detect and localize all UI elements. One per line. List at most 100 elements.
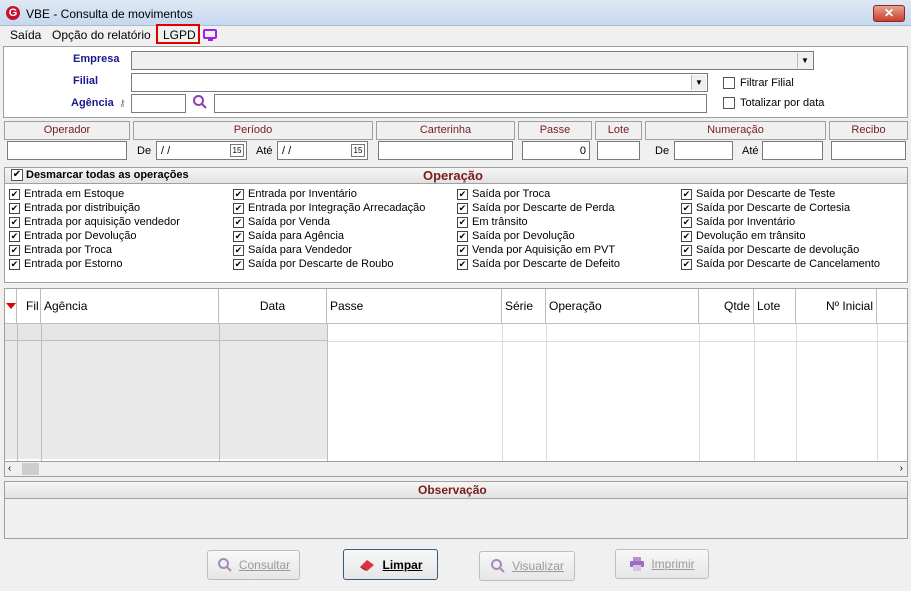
empresa-label: Empresa bbox=[73, 53, 120, 65]
checkmark-icon[interactable]: ✔ bbox=[681, 188, 692, 200]
operacao-option[interactable]: ✔ Saída por Descarte de Cancelamento bbox=[681, 257, 880, 271]
operacao-option[interactable]: ✔ Entrada em Estoque bbox=[9, 187, 124, 201]
checkmark-icon[interactable]: ✔ bbox=[9, 188, 20, 200]
horizontal-scrollbar[interactable]: ‹ › bbox=[4, 461, 908, 477]
checkmark-icon[interactable]: ✔ bbox=[233, 244, 244, 256]
checkmark-icon[interactable]: ✔ bbox=[681, 258, 692, 270]
checkmark-icon[interactable]: ✔ bbox=[9, 244, 20, 256]
operacao-option[interactable]: ✔ Saída por Descarte de devolução bbox=[681, 243, 859, 257]
movimentos-grid[interactable]: Fil Agência Data Passe Série Operação Qt… bbox=[4, 288, 908, 462]
operacao-option[interactable]: ✔ Saída por Troca bbox=[457, 187, 550, 201]
operacao-option[interactable]: ✔ Saída por Descarte de Defeito bbox=[457, 257, 620, 271]
calendar-icon[interactable]: 15 bbox=[351, 144, 365, 157]
operador-input[interactable] bbox=[7, 141, 127, 160]
col-serie[interactable]: Série bbox=[502, 289, 546, 324]
checkmark-icon[interactable]: ✔ bbox=[681, 244, 692, 256]
search-icon[interactable] bbox=[192, 94, 210, 112]
checkmark-icon[interactable]: ✔ bbox=[457, 202, 468, 214]
checkmark-icon[interactable]: ✔ bbox=[233, 258, 244, 270]
checkmark-icon[interactable]: ✔ bbox=[233, 230, 244, 242]
col-fil[interactable]: Fil bbox=[18, 289, 41, 324]
totalizar-por-data-checkbox[interactable] bbox=[723, 97, 735, 109]
checkmark-icon[interactable]: ✔ bbox=[9, 258, 20, 270]
checkmark-icon[interactable]: ✔ bbox=[457, 230, 468, 242]
operacao-option[interactable]: ✔ Saída por Devolução bbox=[457, 229, 575, 243]
checkmark-icon[interactable]: ✔ bbox=[457, 216, 468, 228]
imprimir-button[interactable]: Imprimir bbox=[615, 549, 709, 579]
col-qtde[interactable]: Qtde bbox=[699, 289, 754, 324]
passe-value: 0 bbox=[579, 145, 586, 157]
agencia-code-input[interactable] bbox=[131, 94, 186, 113]
operacao-option[interactable]: ✔ Entrada por Inventário bbox=[233, 187, 357, 201]
operacao-option[interactable]: ✔ Saída por Descarte de Perda bbox=[457, 201, 614, 215]
scroll-right-icon[interactable]: › bbox=[900, 463, 903, 474]
periodo-ate-input[interactable]: / / 15 bbox=[277, 141, 368, 160]
checkmark-icon[interactable]: ✔ bbox=[457, 258, 468, 270]
operacao-option[interactable]: ✔ Em trânsito bbox=[457, 215, 528, 229]
checkmark-icon[interactable]: ✔ bbox=[9, 202, 20, 214]
operacao-option[interactable]: ✔ Entrada por aquisição vendedor bbox=[9, 215, 180, 229]
filtrar-filial-checkbox[interactable] bbox=[723, 77, 735, 89]
checkmark-icon[interactable]: ✔ bbox=[233, 188, 244, 200]
checkmark-icon[interactable]: ✔ bbox=[233, 202, 244, 214]
numeracao-de-input[interactable] bbox=[674, 141, 733, 160]
agencia-name-input[interactable] bbox=[214, 94, 707, 113]
grid-divider bbox=[796, 324, 797, 461]
checkmark-icon[interactable]: ✔ bbox=[457, 188, 468, 200]
operacao-option[interactable]: ✔ Saída para Vendedor bbox=[233, 243, 352, 257]
observacao-textarea[interactable] bbox=[4, 499, 908, 539]
chevron-down-icon[interactable]: ▼ bbox=[797, 53, 812, 68]
operacao-option[interactable]: ✔ Venda por Aquisição em PVT bbox=[457, 243, 615, 257]
visualizar-button[interactable]: Visualizar bbox=[479, 551, 575, 581]
menu-saida[interactable]: Saída bbox=[10, 28, 41, 42]
scroll-left-icon[interactable]: ‹ bbox=[8, 463, 11, 474]
col-numero-inicial[interactable]: Nº Inicial bbox=[796, 289, 877, 324]
monitor-icon[interactable] bbox=[203, 29, 217, 39]
operacao-option[interactable]: ✔ Saída por Descarte de Teste bbox=[681, 187, 835, 201]
checkmark-icon[interactable]: ✔ bbox=[681, 216, 692, 228]
filial-select[interactable]: ▼ bbox=[131, 73, 708, 92]
operacao-option[interactable]: ✔ Entrada por Devolução bbox=[9, 229, 137, 243]
col-lote[interactable]: Lote bbox=[754, 289, 796, 324]
grid-divider bbox=[546, 324, 547, 461]
empresa-select[interactable]: ▼ bbox=[131, 51, 814, 70]
calendar-icon[interactable]: 15 bbox=[230, 144, 244, 157]
grid-filter-row[interactable] bbox=[5, 324, 327, 341]
menu-opcao-relatorio[interactable]: Opção do relatório bbox=[52, 28, 151, 42]
operacao-option[interactable]: ✔ Entrada por Integração Arrecadação bbox=[233, 201, 425, 215]
lote-input[interactable] bbox=[597, 141, 640, 160]
operacao-option[interactable]: ✔ Saída para Agência bbox=[233, 229, 344, 243]
operacao-option[interactable]: ✔ Entrada por Troca bbox=[9, 243, 112, 257]
operacao-option[interactable]: ✔ Devolução em trânsito bbox=[681, 229, 805, 243]
operacao-option[interactable]: ✔ Saída por Inventário bbox=[681, 215, 795, 229]
checkmark-icon[interactable]: ✔ bbox=[9, 216, 20, 228]
checkmark-icon[interactable]: ✔ bbox=[233, 216, 244, 228]
limpar-button[interactable]: Limpar bbox=[343, 549, 438, 580]
passe-input[interactable]: 0 bbox=[522, 141, 590, 160]
col-agencia[interactable]: Agência bbox=[41, 289, 219, 324]
operacao-option[interactable]: ✔ Entrada por distribuição bbox=[9, 201, 140, 215]
operacao-option[interactable]: ✔ Saída por Venda bbox=[233, 215, 330, 229]
consultar-button[interactable]: Consultar bbox=[207, 550, 300, 580]
col-operacao[interactable]: Operação bbox=[546, 289, 699, 324]
chevron-down-icon[interactable]: ▼ bbox=[691, 75, 706, 90]
col-passe[interactable]: Passe bbox=[327, 289, 502, 324]
carterinha-input[interactable] bbox=[378, 141, 513, 160]
sort-down-icon[interactable] bbox=[6, 303, 16, 309]
checkmark-icon[interactable]: ✔ bbox=[9, 230, 20, 242]
numeracao-ate-input[interactable] bbox=[762, 141, 823, 160]
checkmark-icon[interactable]: ✔ bbox=[681, 202, 692, 214]
operacao-option[interactable]: ✔ Saída por Descarte de Roubo bbox=[233, 257, 394, 271]
operacao-option-label: Entrada por Devolução bbox=[24, 230, 137, 242]
periodo-de-input[interactable]: / / 15 bbox=[156, 141, 247, 160]
recibo-input[interactable] bbox=[831, 141, 906, 160]
checkmark-icon[interactable]: ✔ bbox=[681, 230, 692, 242]
operacao-option[interactable]: ✔ Saída por Descarte de Cortesia bbox=[681, 201, 850, 215]
checkmark-icon[interactable]: ✔ bbox=[457, 244, 468, 256]
close-button[interactable]: ✕ bbox=[873, 5, 905, 22]
menu-lgpd[interactable]: LGPD bbox=[163, 28, 196, 42]
scroll-thumb[interactable] bbox=[22, 463, 39, 475]
operacao-option[interactable]: ✔ Entrada por Estorno bbox=[9, 257, 122, 271]
col-data[interactable]: Data bbox=[219, 289, 327, 324]
desmarcar-todas-checkbox[interactable]: ✔ bbox=[11, 169, 23, 181]
